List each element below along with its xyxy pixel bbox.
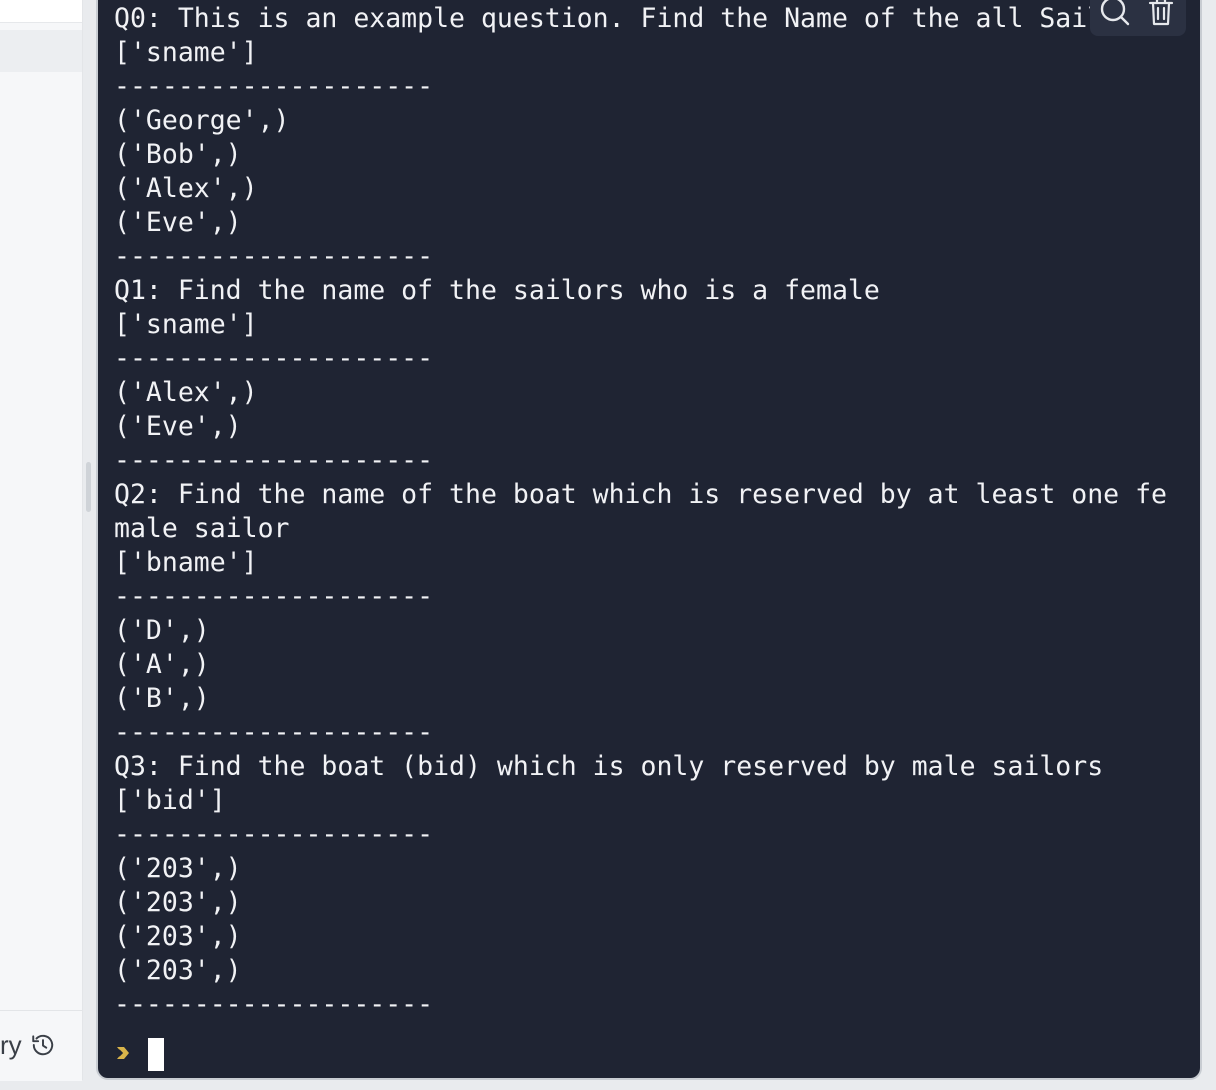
terminal-line: Q3: Find the boat (bid) which is only re… [114,751,1104,782]
history-label: ry [0,1030,22,1060]
terminal-panel[interactable]: -------------------- Q0: This is an examp… [96,0,1202,1080]
sidebar-top-strip [0,0,82,23]
terminal-line: ('George',) [114,105,290,136]
terminal-line: ('Alex',) [114,173,258,204]
terminal-line: ('D',) [114,615,210,646]
prompt-chevron-icon [117,1047,129,1059]
terminal-line: -------------------- [114,717,434,748]
terminal-line: -------------------- [114,989,434,1020]
terminal-line: ('B',) [114,683,210,714]
terminal-line: -------------------- [114,445,434,476]
terminal-line: -------------------- [114,241,434,272]
terminal-line: ('Alex',) [114,377,258,408]
history-icon[interactable] [30,1032,56,1058]
terminal-line: ('Eve',) [114,207,242,238]
terminal-line: ('Eve',) [114,411,242,442]
terminal-toolbar [1090,0,1186,36]
terminal-line: ['bid'] [114,785,226,816]
terminal-line: -------------------- [114,819,434,850]
terminal-line: -------------------- [114,581,434,612]
terminal-line: ('203',) [114,887,242,918]
terminal-line: -------------------- [114,71,434,102]
panel-resize-handle[interactable] [86,462,91,512]
terminal-line: ('A',) [114,649,210,680]
terminal-line: ('203',) [114,955,242,986]
app-window: ry -------------------- Q0: This is an ex… [0,0,1216,1090]
terminal-line: ['sname'] [114,309,258,340]
sidebar: ry [0,0,83,1081]
terminal-line: Q1: Find the name of the sailors who is … [114,275,880,306]
terminal-line: Q0: This is an example question. Find th… [114,3,1152,34]
trash-icon[interactable] [1144,0,1178,28]
terminal-line: ('203',) [114,921,242,952]
terminal-cursor [148,1038,164,1071]
terminal-output: -------------------- Q0: This is an examp… [114,0,1167,1022]
terminal-line: ('Bob',) [114,139,242,170]
terminal-line: ['sname'] [114,37,258,68]
terminal-line: Q2: Find the name of the boat which is r… [114,479,1167,510]
sidebar-active-item[interactable] [0,30,82,72]
terminal-line: ('203',) [114,853,242,884]
search-icon[interactable] [1098,0,1132,28]
terminal-line: ['bname'] [114,547,258,578]
terminal-line: male sailor [114,513,290,544]
terminal-line: -------------------- [114,343,434,374]
